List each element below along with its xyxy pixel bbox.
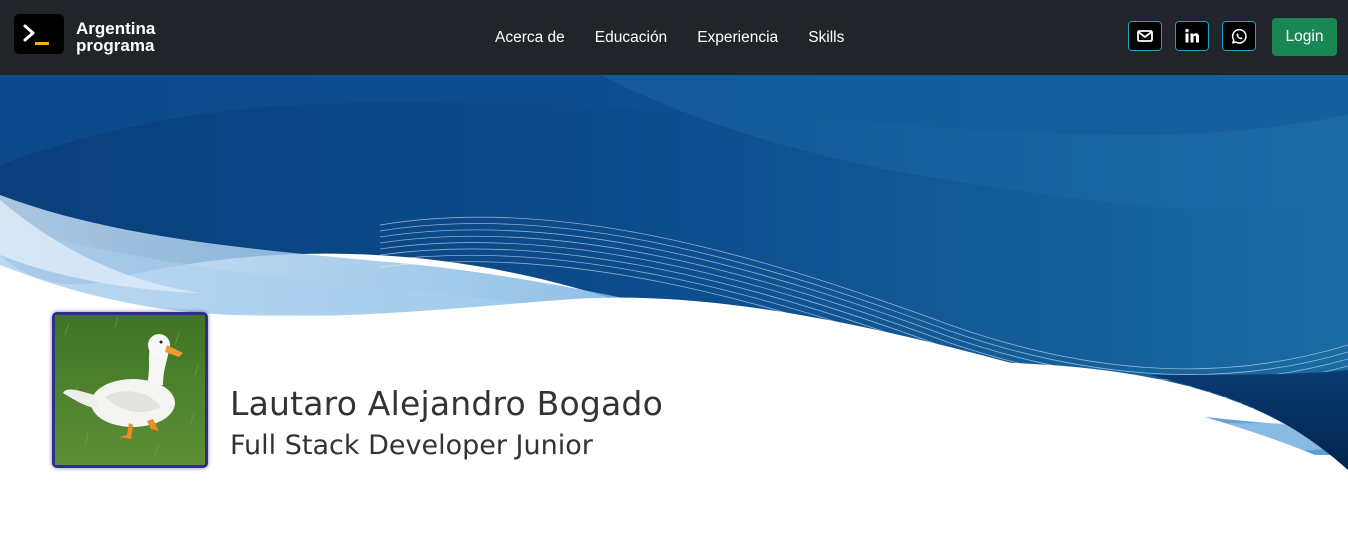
whatsapp-icon bbox=[1231, 28, 1247, 44]
nav-link-experiencia[interactable]: Experiencia bbox=[682, 0, 793, 75]
profile-role: Full Stack Developer Junior bbox=[230, 430, 593, 461]
brand-line-1: Argentina bbox=[76, 19, 156, 38]
linkedin-button[interactable] bbox=[1175, 21, 1209, 51]
whatsapp-button[interactable] bbox=[1222, 21, 1256, 51]
nav-link-skills[interactable]: Skills bbox=[793, 0, 859, 75]
email-button[interactable] bbox=[1128, 21, 1162, 51]
linkedin-icon bbox=[1185, 28, 1199, 43]
envelope-icon bbox=[1137, 30, 1153, 42]
terminal-prompt-icon bbox=[14, 14, 64, 54]
profile-name: Lautaro Alejandro Bogado bbox=[230, 384, 663, 423]
nav-links: Acerca de Educación Experiencia Skills bbox=[480, 0, 859, 75]
navbar: Argentina programa Acerca de Educación E… bbox=[0, 0, 1348, 75]
brand-name: Argentina programa bbox=[76, 20, 186, 54]
login-button[interactable]: Login bbox=[1272, 18, 1337, 56]
nav-link-acerca[interactable]: Acerca de bbox=[480, 0, 580, 75]
duck-photo bbox=[55, 315, 205, 465]
nav-link-educacion[interactable]: Educación bbox=[580, 0, 682, 75]
brand-line-2: programa bbox=[76, 36, 155, 55]
profile-photo bbox=[52, 312, 208, 468]
